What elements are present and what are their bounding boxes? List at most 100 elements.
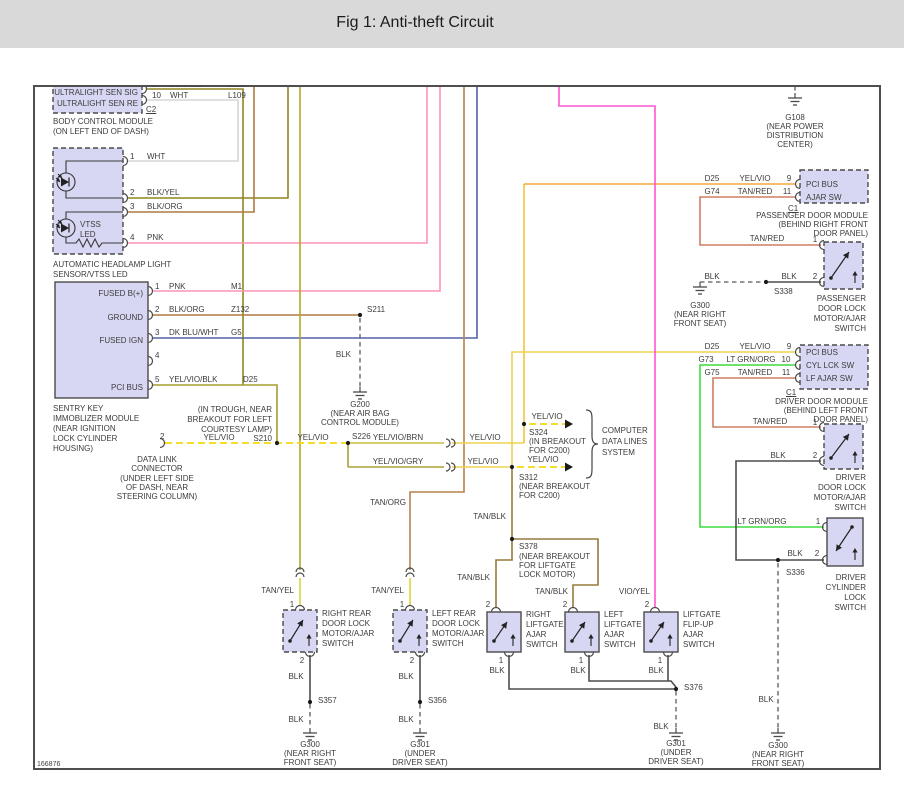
diagram-label: YEL/VIO [531, 412, 563, 421]
diagram-label: FLIP-UP [683, 620, 714, 629]
diagram-label: BLK/ORG [147, 202, 183, 211]
diagram-label: 4 [155, 351, 160, 360]
diagram-label: S312 [519, 473, 538, 482]
diagram-label: LEFT [604, 610, 624, 619]
diagram-label: MOTOR/AJAR [322, 629, 375, 638]
diagram-label: WHT [147, 152, 166, 161]
diagram-label: SWITCH [834, 503, 866, 512]
diagram-label: BLK/YEL [147, 188, 180, 197]
diagram-label: C1 [786, 388, 797, 397]
diagram-label: SENTRY KEY [53, 404, 104, 413]
diagram-label: PCI BUS [806, 180, 839, 189]
diagram-label: FOR C200) [519, 491, 560, 500]
diagram-label: L109 [228, 91, 246, 100]
diagram-label: (BEHIND LEFT FRONT [783, 406, 868, 415]
diagram-label: 1 [812, 235, 818, 244]
diagram-label: AJAR [683, 630, 704, 639]
diagram-label: RIGHT [526, 610, 551, 619]
diagram-label: DISTRIBUTION [766, 131, 824, 140]
diagram-label: BLK [653, 722, 669, 731]
diagram-label: PASSENGER DOOR MODULE [756, 211, 868, 220]
diagram-label: MOTOR/AJAR [813, 314, 866, 323]
diagram-label: 5 [155, 375, 160, 384]
diagram-label: LIFTGATE [526, 620, 564, 629]
diagram-label: 3 [130, 202, 135, 211]
diagram-label: S357 [318, 696, 337, 705]
diagram-label: DRIVER SEAT) [392, 758, 448, 767]
diagram-label: BLK/ORG [169, 305, 205, 314]
diagram-label: D25 [243, 375, 258, 384]
diagram-label: SENSOR/VTSS LED [53, 270, 128, 279]
diagram-label: MOTOR/AJAR [432, 629, 485, 638]
diagram-label: ULTRALIGHT SEN SIG [54, 88, 138, 97]
diagram-label: S378 [519, 542, 538, 551]
diagram-label: LIFTGATE [604, 620, 642, 629]
diagram-label: LOCK [844, 593, 866, 602]
diagram-label: SWITCH [834, 603, 866, 612]
diagram-label: VIO/YEL [618, 587, 650, 596]
diagram-label: (BEHIND RIGHT FRONT [778, 220, 868, 229]
diagram-label: 2 [644, 600, 650, 609]
diagram-label: (UNDER [660, 748, 692, 757]
diagram-label: YEL/VIO/BLK [169, 375, 218, 384]
diagram-label: LF AJAR SW [806, 374, 853, 383]
diagram-label: MOTOR/AJAR [813, 493, 866, 502]
diagram-label: YEL/VIO [527, 455, 559, 464]
diagram-label: DRIVER [835, 473, 866, 482]
diagram-label: CENTER) [777, 140, 813, 149]
diagram-label: SYSTEM [602, 448, 635, 457]
figure-number: 166876 [37, 761, 61, 768]
diagram-label: G5 [231, 328, 242, 337]
diagram-label: M1 [231, 282, 243, 291]
diagram-label: (NEAR POWER [766, 122, 824, 131]
diagram-labels: 166876 27 BLK/YEL L110 10 WHT L109 C2 ULTRALIGH… [34, 86, 880, 769]
diagram-label: G301 [666, 739, 686, 748]
diagram-label: FUSED B(+) [98, 289, 143, 298]
diagram-label: PCI BUS [110, 383, 143, 392]
diagram-label: 2 [812, 272, 818, 281]
diagram-label: DATA LINK [137, 455, 177, 464]
diagram-label: HOUSING) [53, 444, 93, 453]
diagram-label: DOOR LOCK [432, 619, 481, 628]
diagram-label: (UNDER [404, 749, 436, 758]
diagram-label: LEFT REAR [432, 609, 476, 618]
diagram-label: BLK [758, 695, 774, 704]
diagram-label: SWITCH [432, 639, 464, 648]
diagram-label: LED [80, 230, 96, 239]
diagram-label: DOOR LOCK [817, 304, 866, 313]
diagram-label: SWITCH [683, 640, 715, 649]
diagram-label: 10 [152, 91, 161, 100]
diagram-label: GROUND [107, 313, 143, 322]
page: Fig 1: Anti-theft Circuit 166876 27BLK/Y… [0, 0, 904, 785]
diagram-label: (IN TROUGH, NEAR [197, 405, 272, 414]
diagram-label: S376 [684, 683, 703, 692]
diagram-label: CONNECTOR [131, 464, 183, 473]
diagram-label: FOR LIFTGATE [519, 561, 576, 570]
diagram-label: FUSED IGN [99, 336, 143, 345]
diagram-label: BLK [398, 715, 414, 724]
diagram-label: AJAR [604, 630, 625, 639]
diagram-label: LOCK MOTOR) [519, 570, 576, 579]
diagram-label: 3 [155, 328, 160, 337]
diagram-label: 1 [812, 418, 818, 427]
diagram-label: (UNDER LEFT SIDE [120, 474, 194, 483]
diagram-label: 2 [155, 305, 160, 314]
diagram-label: BODY CONTROL MODULE [53, 117, 154, 126]
diagram-label: L110 [228, 86, 245, 89]
diagram-label: 1 [815, 517, 821, 526]
diagram-label: 1 [155, 282, 160, 291]
diagram-label: AJAR SW [806, 193, 842, 202]
diagram-label: BREAKOUT FOR LEFT [187, 415, 272, 424]
diagram-label: WHT [170, 91, 189, 100]
diagram-label: (NEAR BREAKOUT [519, 482, 591, 491]
diagram-label: SWITCH [604, 640, 636, 649]
diagram-label: SWITCH [322, 639, 354, 648]
diagram-label: CYL LCK SW [806, 361, 855, 370]
diagram-label: SWITCH [526, 640, 558, 649]
diagram-label: BLK/YEL [170, 86, 202, 89]
diagram-label: S324 [529, 428, 548, 437]
diagram-label: FOR C200) [529, 446, 570, 455]
diagram-label: 1 [657, 656, 663, 665]
diagram-label: 2 [130, 188, 135, 197]
diagram-label: G301 [410, 740, 430, 749]
